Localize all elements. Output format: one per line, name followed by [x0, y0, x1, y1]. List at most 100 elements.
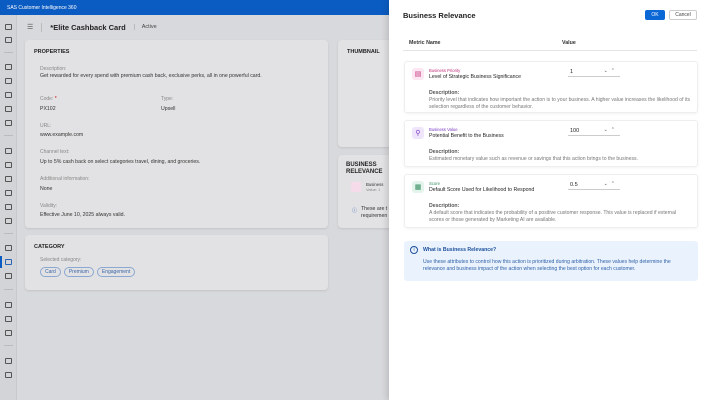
- page-title: *Elite Cashback Card: [41, 22, 126, 32]
- journey-icon[interactable]: [5, 148, 12, 154]
- metric-card-business-priority: ▤ Business Priority Level of Strategic B…: [404, 61, 698, 113]
- business-note: These are t: [361, 206, 388, 212]
- sidebar-nav: [0, 15, 17, 400]
- value-input[interactable]: 0.5: [570, 182, 578, 188]
- divider: [4, 289, 13, 290]
- grid-icon[interactable]: [5, 64, 12, 70]
- category-chip[interactable]: Engagement: [96, 267, 136, 277]
- list-icon[interactable]: ☰: [27, 23, 33, 31]
- description-text: Estimated monetary value such as revenue…: [429, 156, 638, 162]
- segments-icon[interactable]: [5, 162, 12, 168]
- increment-icon[interactable]: ⌃: [611, 68, 618, 74]
- description-label: Description:: [429, 203, 460, 209]
- gear-icon[interactable]: [5, 330, 12, 336]
- table-icon[interactable]: [5, 176, 12, 182]
- business-note-cont: requiremen: [361, 213, 388, 219]
- category-label: Selected category:: [40, 257, 82, 263]
- value-stepper[interactable]: 100 ⌄⌃: [568, 126, 620, 136]
- column-header-metric: Metric Name: [409, 40, 441, 46]
- description-label: Description:: [429, 90, 460, 96]
- description-text: A default score that indicates the proba…: [429, 210, 677, 223]
- divider: [4, 233, 13, 234]
- dialog-title: Business Relevance: [403, 11, 476, 20]
- category-card: CATEGORY Selected category: Card Premium E…: [25, 235, 328, 290]
- info-body: Use these attributes to control how this…: [423, 259, 671, 272]
- channel-label: Channel text:: [40, 149, 70, 155]
- palette-icon[interactable]: [5, 204, 12, 210]
- increment-icon[interactable]: ⌃: [611, 127, 618, 133]
- category-chip[interactable]: Card: [40, 267, 61, 277]
- value-stepper[interactable]: 1 ⌄⌃: [568, 67, 620, 77]
- validity-value: Effective June 10, 2025 always valid.: [40, 212, 125, 218]
- cancel-button[interactable]: Cancel: [669, 10, 697, 20]
- ok-button[interactable]: OK: [645, 10, 665, 20]
- metric-name: Level of Strategic Business Significance: [429, 74, 521, 80]
- metric-category: Score: [429, 181, 440, 186]
- category-heading: CATEGORY: [34, 244, 65, 250]
- category-chips: Card Premium Engagement: [40, 267, 138, 277]
- copy-icon[interactable]: [5, 120, 12, 126]
- divider: [4, 135, 13, 136]
- additional-label: Additional information:: [40, 176, 90, 182]
- decrement-icon[interactable]: ⌄: [604, 68, 611, 74]
- url-label: URL:: [40, 123, 52, 129]
- description-label: Description:: [429, 149, 460, 155]
- document-icon[interactable]: [5, 92, 12, 98]
- badge-icon[interactable]: [5, 316, 12, 322]
- metric-category: Business Priority: [429, 68, 461, 73]
- edit-icon[interactable]: [5, 78, 12, 84]
- metric-card-business-value: ⚲ Business Value Potential Benefit to th…: [404, 120, 698, 167]
- value-input[interactable]: 1: [570, 69, 573, 75]
- branch-icon[interactable]: [5, 245, 12, 251]
- code-value: PX102: [40, 106, 56, 112]
- divider: [4, 345, 13, 346]
- header-divider: [403, 50, 697, 51]
- divider: [4, 52, 13, 53]
- priority-icon: ▤: [412, 68, 424, 80]
- decrement-icon[interactable]: ⌄: [604, 127, 611, 133]
- info-icon: ⓘ: [352, 208, 358, 214]
- metric-name: Potential Benefit to the Business: [429, 133, 504, 139]
- settings-icon[interactable]: [5, 190, 12, 196]
- value-icon: ⚲: [412, 127, 424, 139]
- info-title: What is Business Relevance?: [423, 247, 497, 253]
- code-label: Code: *: [40, 96, 57, 102]
- increment-icon[interactable]: ⌃: [611, 181, 618, 187]
- offers-icon[interactable]: [5, 259, 12, 265]
- tasks-icon[interactable]: [5, 37, 12, 43]
- category-chip[interactable]: Premium: [63, 267, 94, 277]
- type-value: Upsell: [161, 106, 176, 112]
- library-icon[interactable]: [5, 218, 12, 224]
- description-text: Priority level that indicates how import…: [429, 97, 691, 110]
- properties-heading: PROPERTIES: [34, 49, 70, 55]
- value-stepper[interactable]: 0.5 ⌄⌃: [568, 180, 620, 190]
- description-value: Get rewarded for every spend with premiu…: [40, 73, 262, 79]
- description-label: Description:: [40, 66, 67, 72]
- value-input[interactable]: 100: [570, 128, 579, 134]
- connect-icon[interactable]: [5, 273, 12, 279]
- assets-icon[interactable]: [5, 302, 12, 308]
- decrement-icon[interactable]: ⌄: [604, 181, 611, 187]
- score-icon: ▦: [412, 181, 424, 193]
- active-indicator: [0, 256, 2, 268]
- metric-name: Default Score Used for Likelihood to Res…: [429, 187, 535, 193]
- business-item-value: Value: 1: [366, 187, 381, 192]
- properties-card: PROPERTIES Description: Get rewarded for…: [25, 40, 328, 228]
- column-header-value: Value: [562, 40, 576, 46]
- channel-value: Up to 5% cash back on select categories …: [40, 159, 201, 165]
- status-text: Active: [133, 24, 157, 30]
- business-relevance-heading: BUSINESS RELEVANCE: [346, 162, 383, 175]
- business-relevance-dialog: Business Relevance OK Cancel Metric Name…: [389, 0, 710, 400]
- validity-label: Validity:: [40, 203, 58, 209]
- report-icon[interactable]: [5, 372, 12, 378]
- additional-value: None: [40, 186, 53, 192]
- app-title: SAS Customer Intelligence 360: [7, 5, 77, 11]
- page-header: ☰ *Elite Cashback Card Active: [27, 20, 157, 34]
- metric-card-score: ▦ Score Default Score Used for Likelihoo…: [404, 174, 698, 228]
- info-icon: i: [410, 246, 418, 254]
- priority-icon: [351, 182, 361, 192]
- home-icon[interactable]: [5, 24, 12, 30]
- type-label: Type:: [161, 96, 174, 102]
- calendar-icon[interactable]: [5, 358, 12, 364]
- flow-icon[interactable]: [5, 106, 12, 112]
